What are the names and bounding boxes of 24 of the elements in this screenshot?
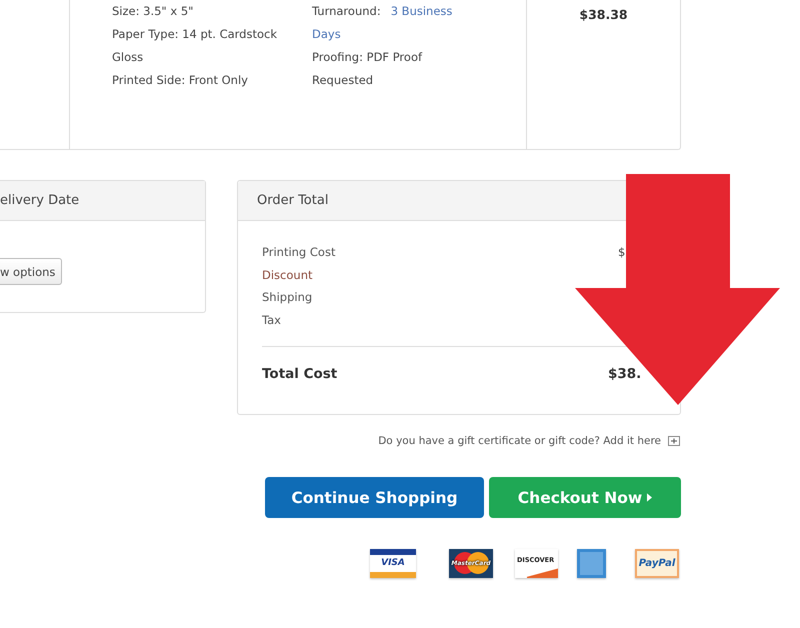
spec-text: Gloss [112, 49, 144, 66]
cost-label: Shipping [262, 289, 314, 306]
cost-value: $ [617, 244, 626, 261]
spec-text: Paper Type: 14 pt. Cardstock [112, 26, 278, 43]
continue-shopping-button[interactable]: Continue Shopping [265, 477, 484, 518]
spec-text: Size: 3.5" x 5" [112, 3, 194, 20]
gift-code-link[interactable]: Do you have a gift certificate or gift code? Add it here [378, 435, 661, 447]
card-logo-icon [577, 549, 606, 578]
card-logo: PayPal [635, 549, 679, 578]
proofing-text: Proofing: PDF Proof Requested [312, 49, 424, 89]
caret-icon [647, 493, 652, 502]
total-label: Total Cost [262, 366, 338, 382]
cost-label: Tax [262, 312, 282, 328]
cost-label: Printing Cost [262, 244, 336, 261]
panel-title: elivery Date [0, 193, 80, 208]
spec-text: Printed Side: Front Only [112, 72, 249, 89]
item-price: $38.38 [579, 7, 628, 22]
panel-title: Order Total [257, 193, 328, 208]
options-button[interactable]: w options [0, 258, 62, 285]
expand-icon[interactable] [668, 436, 680, 446]
turnaround-text: Turnaround: 3 Business Days [312, 3, 454, 43]
card-logo: VISA [370, 549, 416, 578]
cost-label: Discount [262, 266, 314, 284]
total-value: $38. [608, 366, 642, 382]
